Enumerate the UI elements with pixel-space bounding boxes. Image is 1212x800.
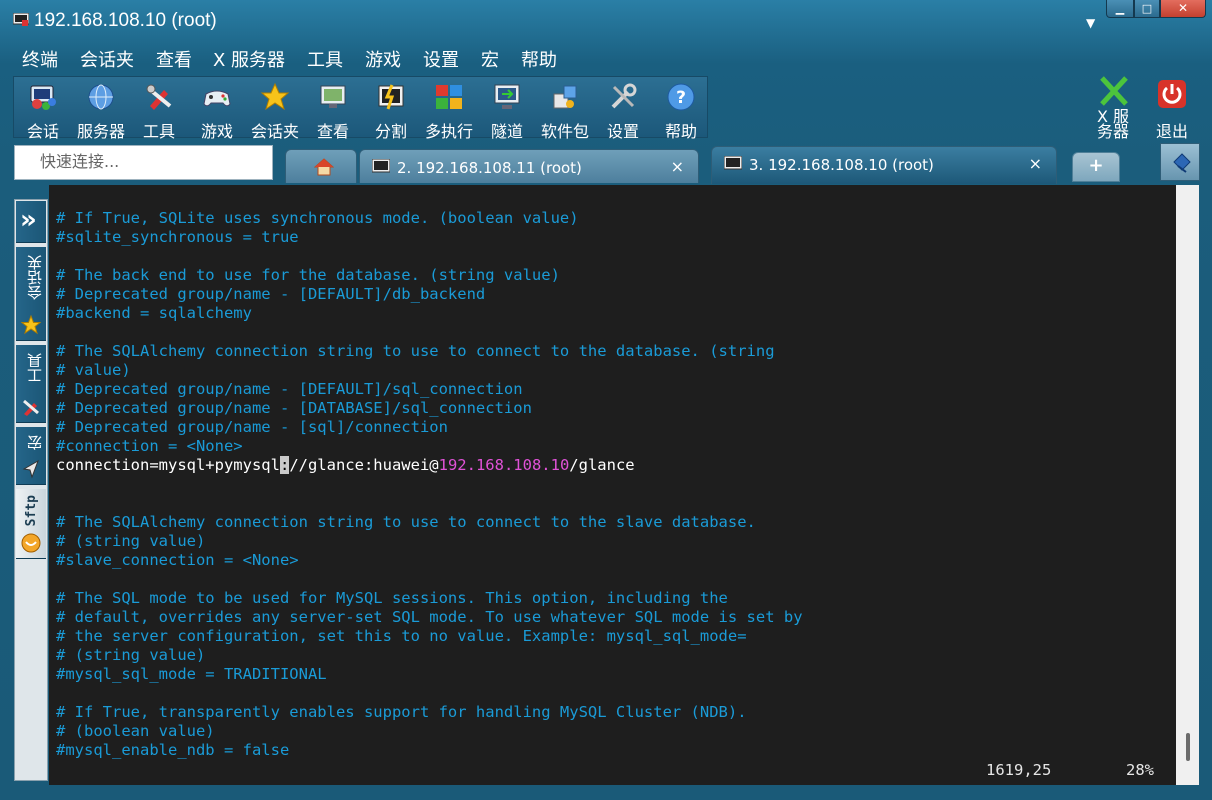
tab-session-3[interactable]: 3. 192.168.108.10 (root) × xyxy=(711,146,1057,184)
close-button[interactable]: ✕ xyxy=(1160,0,1206,18)
terminal-line: #backend = sqlalchemy xyxy=(56,304,252,322)
terminal-line: # the server configuration, set this to … xyxy=(56,627,747,645)
terminal-line: # The SQLAlchemy connection string to us… xyxy=(56,342,775,360)
menu-terminal[interactable]: 终端 xyxy=(22,46,58,72)
terminal-line: # (boolean value) xyxy=(56,722,215,740)
scroll-percent: 28% xyxy=(1126,761,1154,779)
terminal-line: # default, overrides any server-set SQL … xyxy=(56,608,803,626)
menu-macros[interactable]: 宏 xyxy=(481,46,499,72)
gamepad-icon xyxy=(203,90,231,107)
terminal-line: # The SQLAlchemy connection string to us… xyxy=(56,513,756,531)
sessions-favorites-button[interactable]: 会话夹 xyxy=(246,77,304,141)
session-button[interactable]: 会话 xyxy=(14,77,72,141)
connection-line: connection=mysql+pymysql://glance:huawei… xyxy=(56,456,635,474)
games-button[interactable]: 游戏 xyxy=(188,77,246,141)
terminal-line: #sqlite_synchronous = true xyxy=(56,228,299,246)
vertical-scrollbar[interactable] xyxy=(1176,185,1199,785)
app-icon xyxy=(13,13,29,26)
packages-icon xyxy=(553,85,577,109)
terminal-line: # If True, transparently enables support… xyxy=(56,703,747,721)
menu-tools[interactable]: 工具 xyxy=(307,46,343,72)
multiexec-icon xyxy=(436,85,462,109)
terminal-line: # The back end to use for the database. … xyxy=(56,266,560,284)
menu-sessions[interactable]: 会话夹 xyxy=(80,46,134,72)
menu-xserver[interactable]: X 服务器 xyxy=(213,46,285,72)
tab-list-button[interactable] xyxy=(1160,143,1200,181)
window-title: 192.168.108.10 (root) xyxy=(34,10,217,31)
terminal-line: # Deprecated group/name - [sql]/connecti… xyxy=(56,418,448,436)
tools-icon xyxy=(146,84,172,110)
new-tab-button[interactable]: + xyxy=(1072,152,1120,182)
split-button[interactable]: 分割 xyxy=(362,77,420,141)
session-icon xyxy=(30,85,56,110)
maximize-button[interactable]: □ xyxy=(1134,0,1160,18)
help-icon: ? xyxy=(667,83,695,111)
tunnel-icon xyxy=(494,84,520,109)
split-icon xyxy=(378,84,404,110)
terminal-line: #slave_connection = <None> xyxy=(56,551,299,569)
packages-button[interactable]: 软件包 xyxy=(536,77,594,141)
home-tab[interactable] xyxy=(285,149,357,183)
terminal-icon xyxy=(372,159,390,173)
help-button[interactable]: ? 帮助 xyxy=(652,77,710,141)
cursor-position: 1619,25 xyxy=(986,761,1052,779)
menu-view[interactable]: 查看 xyxy=(156,46,192,72)
tools-icon xyxy=(23,399,39,416)
home-icon xyxy=(314,158,334,176)
menu-games[interactable]: 游戏 xyxy=(365,46,401,72)
terminal-line: # (string value) xyxy=(56,532,206,550)
terminal-line: # Deprecated group/name - [DEFAULT]/sql_… xyxy=(56,380,523,398)
tools-button[interactable]: 工具 xyxy=(130,77,188,141)
xserver-icon xyxy=(1100,76,1128,106)
toolbar: 会话 服务器 工具 游戏 会话夹 查看 分割 多执行 隧道 软件包 设置 ? 帮… xyxy=(13,76,710,141)
star-icon xyxy=(260,82,290,111)
settings-button[interactable]: 设置 xyxy=(594,77,652,141)
sidebar-item-sftp[interactable]: Sftp xyxy=(16,489,46,559)
terminal-line: # Deprecated group/name - [DEFAULT]/db_b… xyxy=(56,285,486,303)
terminal-icon xyxy=(724,156,742,170)
ip-address: 192.168.108.10 xyxy=(438,456,570,474)
menu-help[interactable]: 帮助 xyxy=(521,46,557,72)
settings-icon xyxy=(611,83,637,109)
terminal-line: # (string value) xyxy=(56,646,206,664)
side-panel: » 会话夹 工具 宏 Sftp xyxy=(14,199,48,781)
svg-text:?: ? xyxy=(676,88,686,108)
tab-close-button[interactable]: × xyxy=(671,157,684,176)
terminal-line: # value) xyxy=(56,361,131,379)
text-cursor: : xyxy=(279,456,290,474)
terminal-line: # If True, SQLite uses synchronous mode.… xyxy=(56,209,579,227)
xserver-button[interactable]: X 服务器 xyxy=(1090,76,1136,142)
tab-close-button[interactable]: × xyxy=(1029,154,1042,173)
servers-button[interactable]: 服务器 xyxy=(72,77,130,141)
terminal-line: #mysql_sql_mode = TRADITIONAL xyxy=(56,665,327,683)
tunnel-button[interactable]: 隧道 xyxy=(478,77,536,141)
terminal-line: #mysql_enable_ndb = false xyxy=(56,741,290,759)
terminal-line: #connection = <None> xyxy=(56,437,243,455)
minimize-button[interactable]: ▁ xyxy=(1106,0,1134,18)
scrollbar-thumb[interactable] xyxy=(1186,733,1190,761)
multiexec-button[interactable]: 多执行 xyxy=(420,77,478,141)
view-icon xyxy=(320,85,346,108)
view-button[interactable]: 查看 xyxy=(304,77,362,141)
macro-cursor-icon xyxy=(22,459,39,479)
collapse-arrow-icon[interactable]: ▼ xyxy=(1086,16,1095,30)
quick-connect-input[interactable]: 快速连接... xyxy=(14,145,273,180)
servers-icon xyxy=(88,84,114,110)
power-icon xyxy=(1158,80,1186,108)
terminal-view[interactable]: # If True, SQLite uses synchronous mode.… xyxy=(49,185,1176,785)
terminal-line: # Deprecated group/name - [DATABASE]/sql… xyxy=(56,399,532,417)
title-bar[interactable]: 192.168.108.10 (root) ▼ ▁ □ ✕ xyxy=(0,0,1212,44)
sidebar-item-macros[interactable]: 宏 xyxy=(16,427,46,485)
terminal-line: # The SQL mode to be used for MySQL sess… xyxy=(56,589,728,607)
attach-icon xyxy=(1173,153,1191,173)
sidebar-expand-button[interactable]: » xyxy=(16,201,46,243)
exit-button[interactable]: 退出 xyxy=(1152,76,1192,141)
tab-session-2[interactable]: 2. 192.168.108.11 (root) × xyxy=(359,149,699,183)
sftp-icon xyxy=(21,533,41,553)
sidebar-item-sessions[interactable]: 会话夹 xyxy=(16,247,46,341)
star-icon xyxy=(21,315,41,335)
sidebar-item-tools[interactable]: 工具 xyxy=(16,345,46,423)
menu-settings[interactable]: 设置 xyxy=(423,46,459,72)
